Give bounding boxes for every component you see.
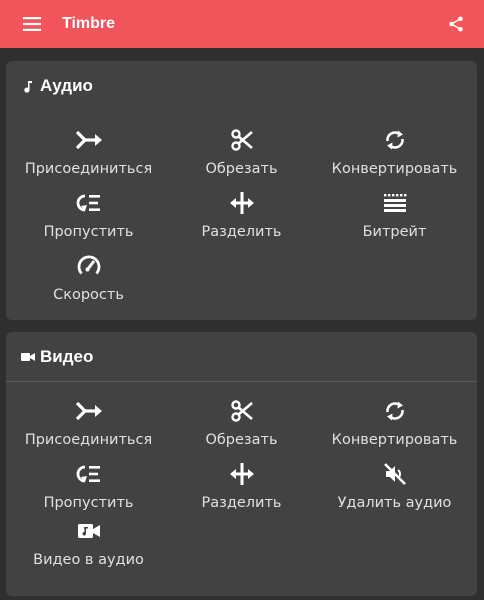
tool-label: Пропустить	[43, 495, 134, 511]
tool-label: Скорость	[53, 287, 124, 303]
share-icon[interactable]	[440, 8, 472, 40]
video-remove-audio-button[interactable]: Удалить аудио	[316, 459, 473, 519]
audio-section-title: Аудио	[40, 76, 93, 95]
audio-speed-button[interactable]: Скорость	[10, 251, 167, 311]
tool-label: Разделить	[201, 224, 282, 240]
audio-card: Аудио Присоединиться Обрезать Конвертиро…	[6, 61, 477, 320]
scissors-icon	[227, 125, 257, 155]
video-join-button[interactable]: Присоединиться	[10, 396, 167, 456]
audio-convert-button[interactable]: Конвертировать	[316, 125, 473, 185]
hamburger-menu-icon[interactable]	[12, 0, 52, 48]
app-bar: Timbre	[0, 0, 484, 48]
scissors-icon	[227, 396, 257, 426]
tool-label: Конвертировать	[331, 161, 458, 177]
video-camera-icon	[20, 349, 36, 365]
merge-icon	[74, 396, 104, 426]
split-icon	[227, 459, 257, 489]
video-section-title: Видео	[40, 346, 94, 366]
audio-join-button[interactable]: Присоединиться	[10, 125, 167, 185]
speed-icon	[74, 251, 104, 281]
tool-label: Битрейт	[362, 224, 427, 240]
video-to-audio-icon	[74, 516, 104, 546]
video-convert-button[interactable]: Конвертировать	[316, 396, 473, 456]
merge-icon	[74, 125, 104, 155]
audio-trim-button[interactable]: Обрезать	[163, 125, 320, 185]
video-card: Видео Присоединиться Обрезать Конвертиро…	[6, 332, 477, 596]
tool-label: Обрезать	[205, 161, 278, 177]
tool-label: Пропустить	[43, 224, 134, 240]
video-to-audio-button[interactable]: Видео в аудио	[10, 516, 167, 576]
mute-icon	[380, 459, 410, 489]
video-trim-button[interactable]: Обрезать	[163, 396, 320, 456]
tool-label: Разделить	[201, 495, 282, 511]
video-card-header: Видео	[6, 332, 477, 382]
video-omit-button[interactable]: Пропустить	[10, 459, 167, 519]
tool-label: Видео в аудио	[33, 552, 144, 568]
omit-icon	[74, 188, 104, 218]
music-note-icon	[20, 78, 36, 94]
audio-omit-button[interactable]: Пропустить	[10, 188, 167, 248]
omit-icon	[74, 459, 104, 489]
tool-label: Конвертировать	[331, 432, 458, 448]
bitrate-icon	[380, 188, 410, 218]
app-title: Timbre	[62, 15, 116, 32]
video-split-button[interactable]: Разделить	[163, 459, 320, 519]
tool-label: Присоединиться	[24, 432, 153, 448]
tool-label: Присоединиться	[24, 161, 153, 177]
convert-icon	[380, 396, 410, 426]
split-icon	[227, 188, 257, 218]
audio-bitrate-button[interactable]: Битрейт	[316, 188, 473, 248]
convert-icon	[380, 125, 410, 155]
audio-split-button[interactable]: Разделить	[163, 188, 320, 248]
tool-label: Обрезать	[205, 432, 278, 448]
tool-label: Удалить аудио	[337, 495, 452, 511]
audio-card-header: Аудио	[6, 61, 477, 111]
